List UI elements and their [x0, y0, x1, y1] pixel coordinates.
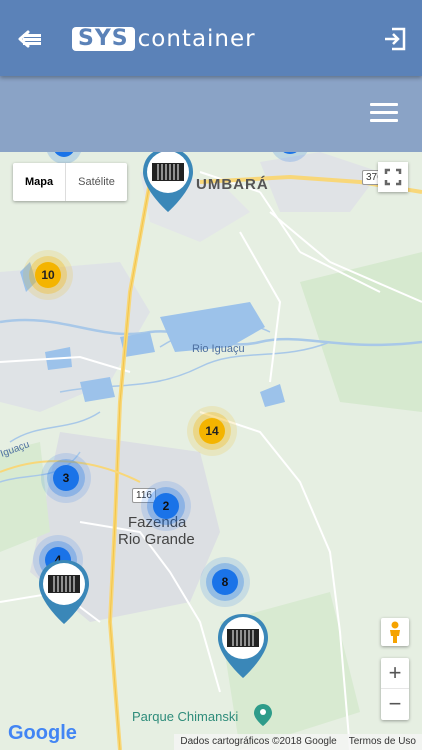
street-view-pegman-icon[interactable] — [381, 618, 409, 646]
place-label-parque-chimanski: Parque Chimanski — [132, 709, 239, 724]
zoom-in-button[interactable]: + — [381, 658, 409, 689]
map-attribution: Dados cartográficos ©2018 Google Termos … — [174, 734, 422, 750]
app-logo: SYS container — [72, 24, 256, 54]
map-view[interactable]: 116 376 UMBARÁ Rio Iguaçu Iguaçu Fazenda… — [0, 152, 422, 750]
map-type-map-button[interactable]: Mapa — [13, 163, 67, 201]
cluster-count: 3 — [62, 471, 70, 485]
cluster-marker[interactable]: 10 — [22, 249, 74, 301]
cluster-count: 10 — [41, 268, 55, 282]
terms-link[interactable]: Termos de Uso — [343, 734, 422, 750]
zoom-out-button[interactable]: − — [381, 689, 409, 719]
zoom-control: + − — [381, 658, 409, 720]
container-pin[interactable] — [37, 558, 91, 628]
fullscreen-icon[interactable] — [378, 162, 408, 192]
logout-icon[interactable] — [382, 26, 408, 52]
map-type-control: Mapa Satélite — [13, 163, 127, 201]
back-arrow-icon[interactable] — [16, 24, 46, 54]
logo-container-text: container — [137, 26, 256, 52]
google-logo: Google — [8, 722, 77, 745]
container-pin[interactable] — [216, 612, 270, 682]
container-pin[interactable] — [141, 152, 195, 216]
cluster-marker[interactable]: 2 — [140, 480, 192, 532]
cluster-count: 8 — [221, 575, 229, 589]
map-type-satellite-button[interactable]: Satélite — [66, 163, 127, 201]
google-logo-text: Google — [8, 722, 77, 744]
app-header: SYS container — [0, 0, 422, 76]
cluster-count: 2 — [162, 499, 170, 513]
map-data-attribution: Dados cartográficos ©2018 Google — [180, 736, 337, 747]
cluster-count: 14 — [205, 424, 219, 438]
place-label-umbara: UMBARÁ — [196, 176, 269, 193]
place-label-rio-grande: Rio Grande — [118, 531, 195, 548]
logo-sys-text: SYS — [72, 27, 135, 51]
hamburger-menu-icon[interactable] — [370, 103, 398, 125]
toolbar — [0, 76, 422, 152]
cluster-marker[interactable]: 14 — [186, 405, 238, 457]
cluster-marker[interactable]: 8 — [199, 556, 251, 608]
cluster-marker[interactable]: 3 — [40, 452, 92, 504]
river-label-iguacu: Rio Iguaçu — [192, 343, 245, 355]
cluster-marker-partial[interactable] — [266, 152, 314, 164]
